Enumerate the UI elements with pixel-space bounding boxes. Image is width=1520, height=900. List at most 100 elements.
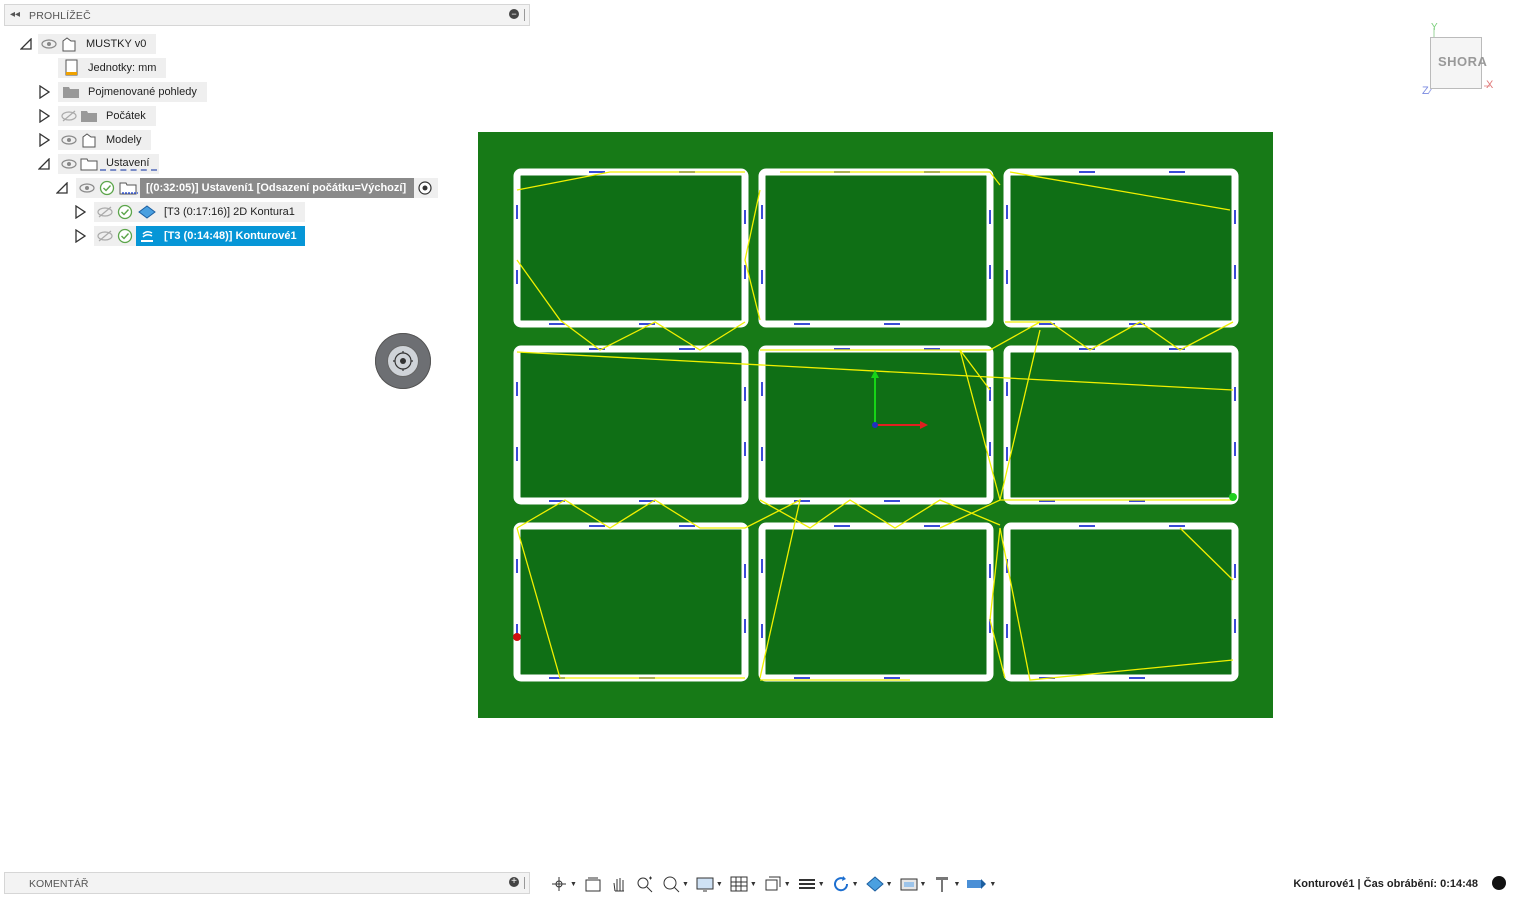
- triangle-expanded-icon[interactable]: [18, 36, 34, 52]
- toolpath-segment: [759, 499, 1001, 529]
- eye-icon[interactable]: [40, 37, 58, 51]
- navigation-dial-icon: [393, 351, 413, 371]
- setups-folder-icon: [78, 155, 100, 173]
- triangle-collapsed-icon[interactable]: [36, 108, 52, 124]
- toolpath-segment: [744, 189, 761, 321]
- panel-grip-icon[interactable]: [524, 9, 527, 21]
- eye-icon[interactable]: [78, 181, 96, 195]
- look-at-icon[interactable]: [580, 873, 606, 895]
- pan-icon[interactable]: [606, 873, 632, 895]
- pocket-contour: [1003, 345, 1239, 505]
- tree-item-setups[interactable]: Ustavení: [36, 154, 160, 174]
- eye-hidden-icon[interactable]: [60, 109, 78, 123]
- toolpath-segment: [760, 321, 1041, 351]
- zoom-icon[interactable]: [632, 873, 658, 895]
- layers-icon[interactable]: ▼: [794, 873, 828, 895]
- folder-icon: [78, 107, 100, 125]
- pocket-contour: [513, 345, 749, 505]
- pocket-grid: [513, 168, 1239, 682]
- viewcube-face-top[interactable]: SHORA: [1430, 37, 1487, 89]
- triangle-expanded-icon[interactable]: [36, 156, 52, 172]
- navigation-dial[interactable]: [375, 333, 431, 389]
- toolpath-segment: [1005, 321, 1234, 351]
- tree-item-root[interactable]: MUSTKY v0: [18, 34, 157, 54]
- eye-hidden-icon[interactable]: [96, 205, 114, 219]
- tree-label: [T3 (0:14:48)] Konturové1: [164, 230, 297, 242]
- models-icon: [78, 131, 100, 149]
- comments-panel[interactable]: KOMENTÁŘ +: [4, 872, 530, 894]
- folder-icon: [60, 83, 82, 101]
- setup-folder-icon: [118, 179, 140, 197]
- toolpath-segment: [999, 527, 1234, 681]
- browser-panel-header: ◂◂ PROHLÍŽEČ −: [4, 4, 530, 26]
- tree-label: Jednotky: mm: [88, 62, 157, 74]
- toolpath-segment: [516, 171, 745, 191]
- orbit-icon[interactable]: ▼: [546, 873, 580, 895]
- tree-label: Počátek: [106, 110, 146, 122]
- pocket-contour: [758, 345, 994, 505]
- pocket-contour: [1003, 168, 1239, 328]
- pocket-contour: [513, 522, 749, 682]
- triangle-collapsed-icon[interactable]: [72, 204, 88, 220]
- display-settings-icon[interactable]: ▼: [692, 873, 726, 895]
- toolpath-segment: [999, 329, 1041, 501]
- toolpath-segment: [1179, 527, 1234, 581]
- tree-label-setup: [(0:32:05)] Ustavení1 [Odsazení počátku=…: [140, 178, 415, 198]
- viewcube[interactable]: Y X Z SHORA: [1420, 22, 1500, 100]
- 2d-contour-icon: [136, 203, 158, 221]
- pocket-contour: [1003, 522, 1239, 682]
- axis-x-label: X: [1486, 79, 1494, 91]
- comments-title: KOMENTÁŘ: [29, 878, 89, 890]
- notification-icon[interactable]: [1492, 876, 1506, 890]
- camera-icon[interactable]: ▼: [896, 873, 930, 895]
- browser-title: PROHLÍŽEČ: [29, 10, 91, 22]
- eye-hidden-icon[interactable]: [96, 229, 114, 243]
- hide-panel-icon[interactable]: −: [509, 9, 519, 19]
- toolpath-segment: [744, 498, 801, 679]
- viewcube-face-label: SHORA: [1438, 54, 1488, 69]
- collapse-panel-icon[interactable]: ◂◂: [10, 9, 20, 20]
- add-comment-icon[interactable]: +: [509, 877, 519, 887]
- toolpath-segment: [516, 527, 745, 679]
- view-icon[interactable]: ▼: [760, 873, 794, 895]
- pocket-contour: [758, 168, 994, 328]
- cam-viewport[interactable]: [0, 0, 1520, 900]
- panel-grip-icon[interactable]: [524, 877, 527, 889]
- axis-y-label: Y: [1431, 22, 1438, 33]
- triangle-collapsed-icon[interactable]: [72, 228, 88, 244]
- tree-item-units[interactable]: Jednotky: mm: [58, 58, 167, 78]
- toolpath-segment: [516, 499, 745, 529]
- origin-triad-icon: [871, 370, 928, 429]
- toolpath-segment: [780, 171, 1001, 186]
- units-document-icon: [60, 59, 82, 77]
- selected-operation: [T3 (0:14:48)] Konturové1: [136, 226, 305, 246]
- eye-icon[interactable]: [60, 157, 78, 171]
- active-setup-icon[interactable]: [414, 179, 436, 197]
- tool-icon[interactable]: ▼: [929, 873, 963, 895]
- tree-item-origin[interactable]: Počátek: [36, 106, 156, 126]
- tree-item-setup1[interactable]: [(0:32:05)] Ustavení1 [Odsazení počátku=…: [54, 178, 439, 198]
- toolpath-segment: [1009, 171, 1231, 211]
- valid-check-icon: [96, 179, 118, 197]
- component-icon: [58, 35, 80, 53]
- tree-item-models[interactable]: Modely: [36, 130, 152, 150]
- refresh-icon[interactable]: ▼: [828, 873, 862, 895]
- status-text: Konturové1 | Čas obrábění: 0:14:48: [1293, 878, 1478, 890]
- tree-label: Ustavení: [100, 157, 158, 171]
- end-point-marker: [1229, 493, 1237, 501]
- zoom-window-icon[interactable]: ▼: [658, 873, 692, 895]
- tree-item-named-views[interactable]: Pojmenované pohledy: [36, 82, 207, 102]
- triangle-collapsed-icon[interactable]: [36, 84, 52, 100]
- material-icon[interactable]: ▼: [862, 873, 896, 895]
- pocket-contour: [513, 168, 749, 328]
- eye-icon[interactable]: [60, 133, 78, 147]
- simulation-icon[interactable]: ▼: [963, 873, 999, 895]
- navigation-toolbar: ▼ ▼ ▼ ▼ ▼ ▼ ▼ ▼ ▼ ▼ ▼: [546, 872, 999, 896]
- grid-icon[interactable]: ▼: [726, 873, 760, 895]
- triangle-expanded-icon[interactable]: [54, 180, 70, 196]
- valid-check-icon: [114, 227, 136, 245]
- triangle-collapsed-icon[interactable]: [36, 132, 52, 148]
- tree-item-2d-contour[interactable]: [T3 (0:17:16)] 2D Kontura1: [72, 202, 305, 222]
- contour-operation-icon: [136, 227, 158, 245]
- tree-item-contour-selected[interactable]: [T3 (0:14:48)] Konturové1: [72, 226, 305, 246]
